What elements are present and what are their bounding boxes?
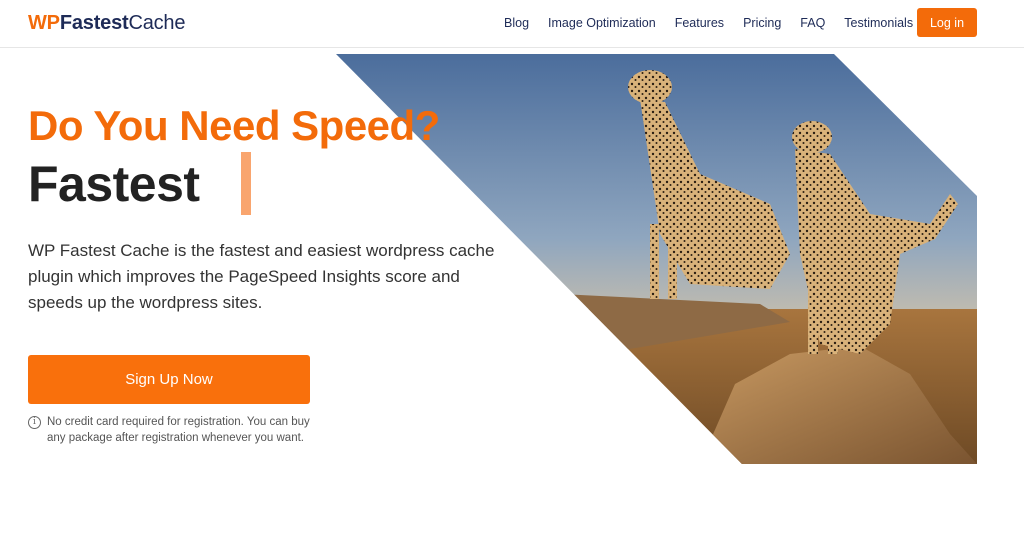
- nav-link-faq[interactable]: FAQ: [800, 16, 825, 30]
- hero-headline: Do You Need Speed?: [28, 102, 440, 149]
- nav-link-features[interactable]: Features: [675, 16, 724, 30]
- logo-fastest: Fastest: [59, 12, 129, 34]
- logo-cache: Cache: [128, 12, 186, 34]
- info-icon: i: [28, 416, 41, 429]
- registration-note: i No credit card required for registrati…: [28, 414, 318, 446]
- site-header: WPFastestCache Blog Image Optimization F…: [0, 0, 1024, 48]
- nav-link-testimonials[interactable]: Testimonials: [844, 16, 913, 30]
- nav-link-pricing[interactable]: Pricing: [743, 16, 781, 30]
- hero-subheadline: Fastest: [28, 156, 200, 212]
- main-nav: Blog Image Optimization Features Pricing…: [504, 16, 932, 30]
- sign-up-button[interactable]: Sign Up Now: [28, 355, 310, 404]
- nav-link-blog[interactable]: Blog: [504, 16, 529, 30]
- logo-wp: WP: [28, 12, 60, 34]
- hero-description: WP Fastest Cache is the fastest and easi…: [28, 241, 495, 312]
- nav-link-image-optimization[interactable]: Image Optimization: [548, 16, 656, 30]
- login-button[interactable]: Log in: [917, 8, 977, 37]
- registration-note-text: No credit card required for registration…: [47, 416, 310, 444]
- site-logo[interactable]: WPFastestCache: [28, 11, 185, 35]
- typing-cursor: [241, 152, 251, 215]
